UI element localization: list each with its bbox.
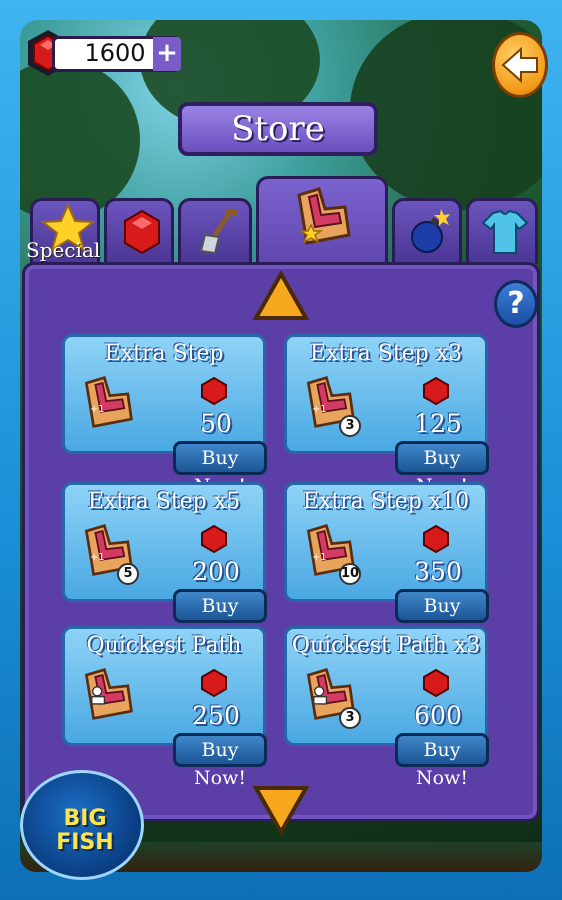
svg-text:+1: +1 — [90, 552, 105, 563]
store-item[interactable]: Extra Step x5 +1 5 200 Buy Now! — [62, 482, 267, 645]
item-name: Quickest Path x3 — [291, 633, 481, 658]
item-price: 50 — [200, 409, 232, 438]
item-name: Extra Step — [104, 341, 224, 366]
big-fish-logo: BIG FISH — [20, 770, 144, 880]
tab-bombs[interactable] — [392, 198, 462, 264]
item-price: 600 — [414, 701, 462, 730]
store-title-plate: Store — [178, 102, 378, 156]
extra-step-icon: +1 — [84, 376, 133, 428]
item-price: 350 — [414, 557, 462, 586]
quickest-path-icon — [84, 668, 133, 720]
store-item[interactable]: Quickest Path 250 Buy Now! — [62, 626, 267, 789]
extra-step-icon — [297, 187, 351, 245]
tab-outfits[interactable] — [466, 198, 538, 264]
shirt-icon — [481, 209, 529, 254]
store-item[interactable]: Extra Step +1 50 Buy Now! — [62, 334, 267, 497]
gem-price-icon — [201, 669, 227, 697]
tab-gems[interactable] — [104, 198, 174, 264]
item-price: 125 — [414, 409, 462, 438]
item-price: 200 — [192, 557, 240, 586]
item-name: Extra Step x10 — [302, 489, 470, 514]
scroll-up-arrow-icon[interactable] — [252, 270, 310, 324]
help-button[interactable]: ? — [494, 280, 538, 328]
gem-price-icon — [201, 377, 227, 405]
gem-price-icon — [423, 525, 449, 553]
store-item[interactable]: Extra Step x3 +1 3 125 Buy Now! — [284, 334, 489, 497]
brand-logo-text: BIG FISH — [56, 806, 114, 855]
scroll-down-arrow-icon[interactable] — [252, 782, 310, 836]
red-gem-icon — [124, 209, 160, 255]
item-price: 250 — [192, 701, 240, 730]
svg-text:+1: +1 — [90, 404, 105, 415]
gem-counter: 1600 + — [22, 24, 181, 76]
quantity-badge: 10 — [339, 563, 361, 585]
tab-steps[interactable] — [256, 176, 388, 276]
page-title: Store — [231, 109, 325, 149]
store-item[interactable]: Extra Step x10 +1 10 350 Buy Now! — [284, 482, 489, 645]
tab-special-label: Special — [26, 238, 101, 262]
shovel-icon — [199, 208, 238, 255]
gem-price-icon — [423, 669, 449, 697]
buy-now-button[interactable]: Buy Now! — [395, 589, 489, 645]
buy-now-button[interactable]: Buy Now! — [173, 441, 267, 497]
quantity-badge: 3 — [339, 707, 361, 729]
item-name: Extra Step x5 — [87, 489, 241, 514]
store-item[interactable]: Quickest Path x3 3 600 Buy Now! — [284, 626, 489, 789]
add-gems-button[interactable]: + — [153, 37, 181, 71]
buy-now-button[interactable]: Buy Now! — [173, 733, 267, 789]
arrow-left-icon — [501, 46, 538, 84]
bomb-icon — [411, 209, 450, 253]
item-name: Quickest Path — [86, 633, 242, 658]
gem-count: 1600 — [84, 39, 146, 67]
buy-now-button[interactable]: Buy Now! — [395, 441, 489, 497]
tab-tools[interactable] — [178, 198, 252, 264]
buy-now-button[interactable]: Buy Now! — [395, 733, 489, 789]
gem-price-icon — [423, 377, 449, 405]
back-button[interactable] — [492, 32, 548, 98]
quantity-badge: 5 — [117, 563, 139, 585]
buy-now-button[interactable]: Buy Now! — [173, 589, 267, 645]
gem-price-icon — [201, 525, 227, 553]
quantity-badge: 3 — [339, 415, 361, 437]
svg-text:+1: +1 — [312, 404, 327, 415]
svg-text:+1: +1 — [312, 552, 327, 563]
item-name: Extra Step x3 — [309, 341, 463, 366]
